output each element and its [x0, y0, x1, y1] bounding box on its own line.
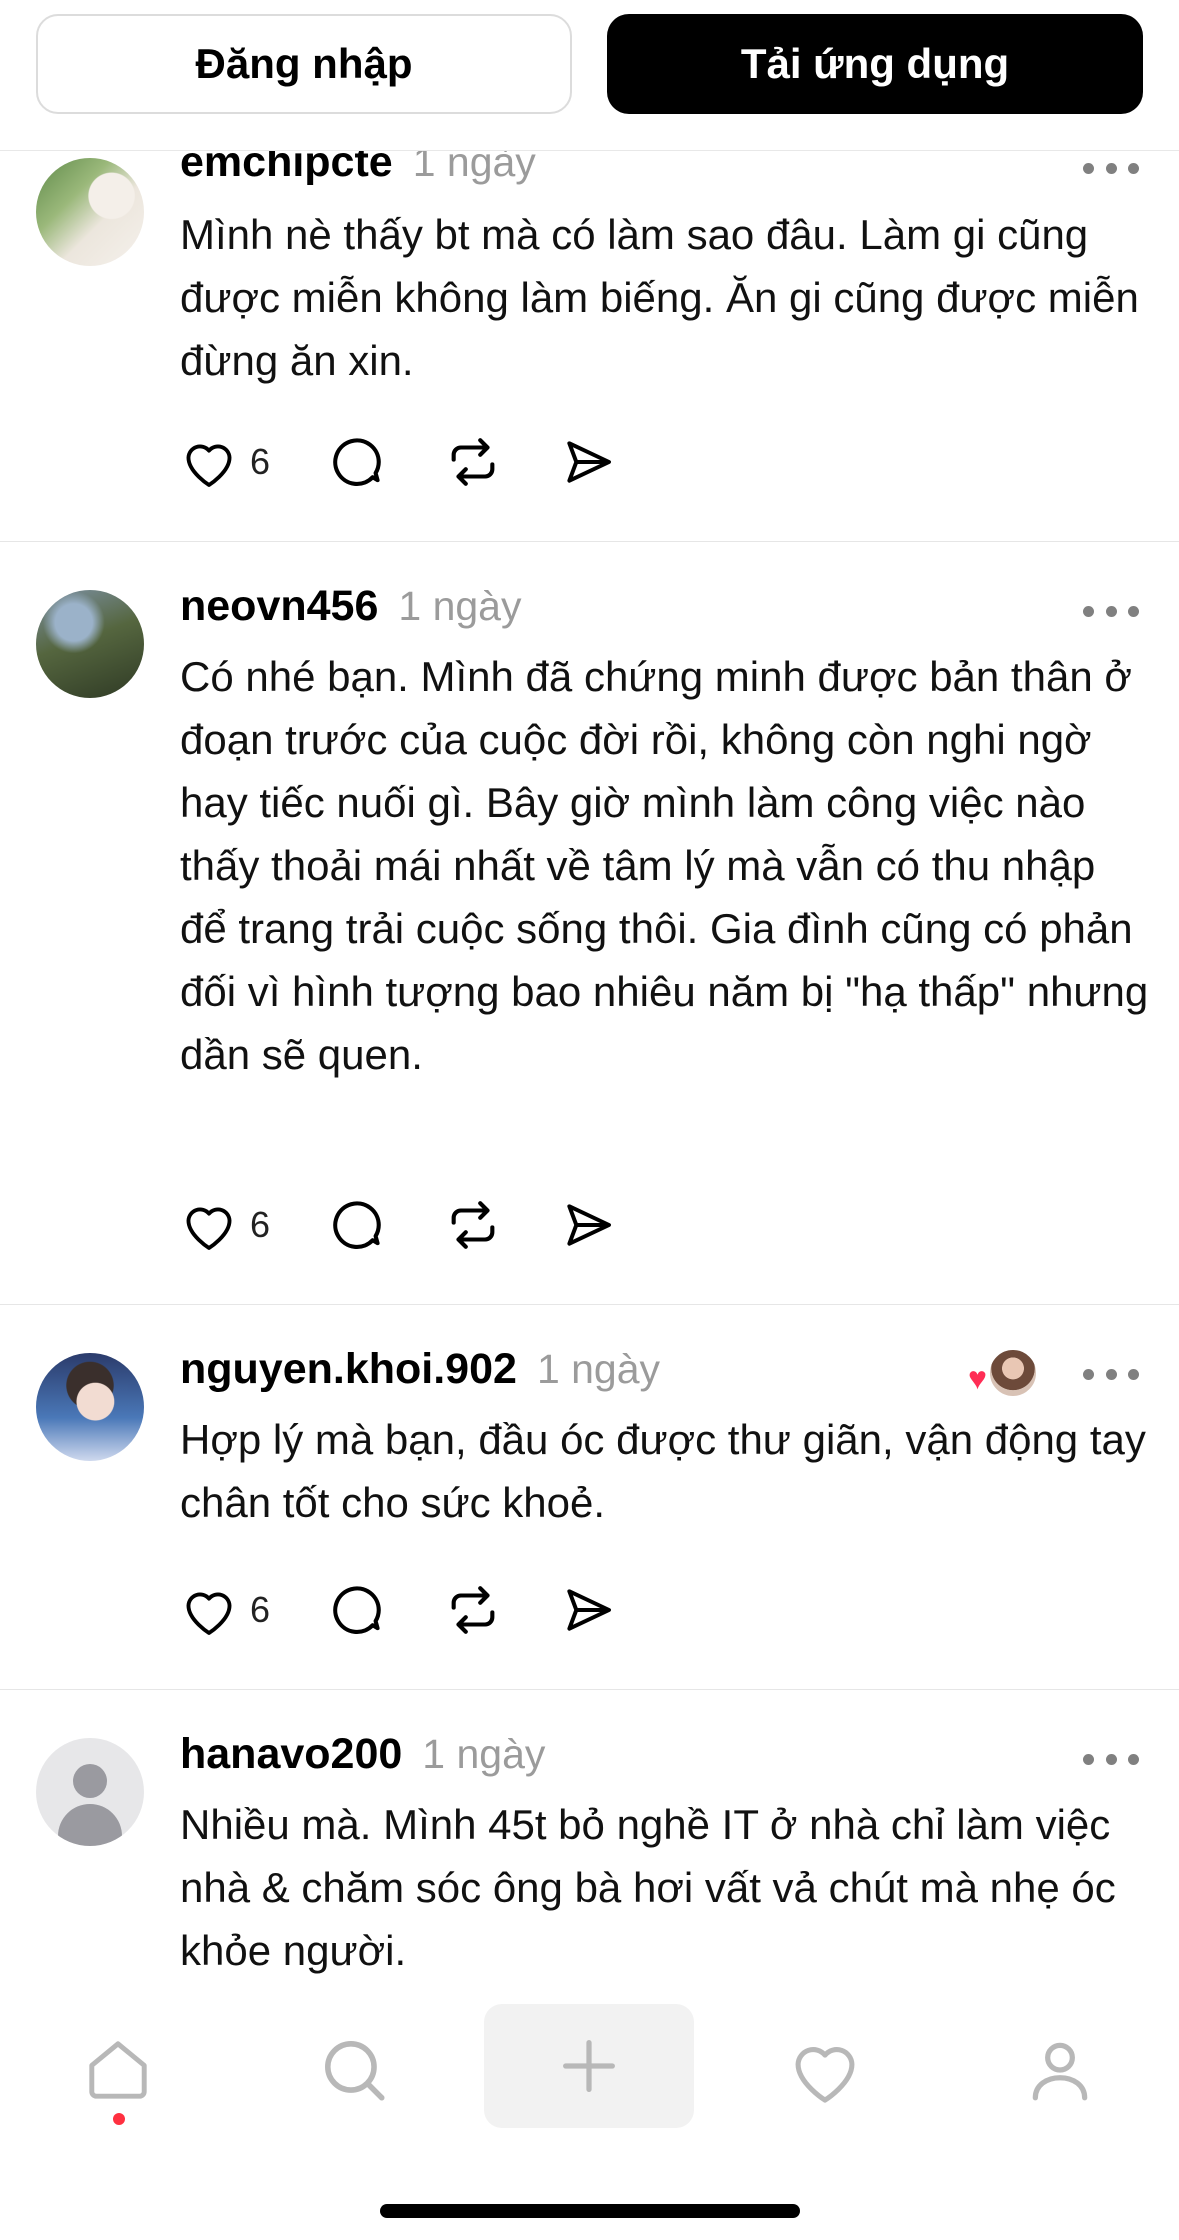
reply-post: neovn456 1 ngày Có nhé bạn. Mình đã chứn…: [0, 542, 1179, 1305]
timestamp: 1 ngày: [398, 583, 522, 629]
share-button[interactable]: [560, 1582, 616, 1638]
heart-icon: [186, 444, 232, 487]
post-meta: hanavo200 1 ngày: [180, 1730, 545, 1779]
search-icon: [325, 2041, 385, 2101]
avatar[interactable]: [36, 1353, 144, 1461]
reply-post: nguyen.khoi.902 1 ngày ♥ Hợp lý mà bạn, …: [0, 1305, 1179, 1690]
like-count: 6: [250, 1589, 271, 1630]
comment-icon: [333, 438, 381, 486]
liker-avatar: [988, 1348, 1038, 1398]
repost-button[interactable]: [444, 433, 502, 491]
like-button[interactable]: 6: [180, 1198, 270, 1252]
bottom-nav: [0, 1986, 1179, 2240]
send-icon: [567, 1204, 612, 1246]
username[interactable]: hanavo200: [180, 1730, 402, 1779]
repost-button[interactable]: [444, 1581, 502, 1639]
reply-post: hanavo200 1 ngày Nhiều mà. Mình 45t bỏ n…: [0, 1690, 1179, 1990]
top-bar: Đăng nhập Tải ứng dụng: [0, 0, 1179, 151]
nav-profile[interactable]: [990, 2010, 1130, 2130]
post-text: Có nhé bạn. Mình đã chứng minh được bản …: [180, 653, 1149, 1078]
default-avatar-icon[interactable]: [36, 1738, 144, 1846]
post-actions: 6: [180, 1581, 674, 1639]
heart-icon: [186, 1207, 232, 1250]
repost-icon: [451, 1586, 495, 1634]
repost-icon: [451, 1201, 495, 1249]
home-icon: [89, 2041, 147, 2099]
reply-post: emchipcte 1 ngày Mình nè thấy bt mà có l…: [0, 138, 1179, 542]
more-options-icon[interactable]: [1083, 604, 1139, 618]
share-button[interactable]: [560, 1197, 616, 1253]
more-options-icon[interactable]: [1083, 1752, 1139, 1766]
reply-button[interactable]: [328, 1196, 386, 1254]
comment-icon: [333, 1586, 381, 1634]
avatar[interactable]: [36, 590, 144, 698]
post-actions: 6: [180, 433, 674, 491]
post-text: Nhiều mà. Mình 45t bỏ nghề IT ở nhà chỉ …: [180, 1801, 1116, 1974]
share-button[interactable]: [560, 434, 616, 490]
repost-button[interactable]: [444, 1196, 502, 1254]
post-actions: 6: [180, 1196, 674, 1254]
nav-search[interactable]: [284, 2010, 424, 2130]
reply-button[interactable]: [328, 433, 386, 491]
send-icon: [567, 441, 612, 483]
nav-activity[interactable]: [755, 2010, 895, 2130]
liked-by-indicator[interactable]: ♥: [968, 1348, 1038, 1398]
username[interactable]: neovn456: [180, 582, 378, 631]
post-meta: neovn456 1 ngày: [180, 582, 521, 631]
post-text: Hợp lý mà bạn, đầu óc được thư giãn, vận…: [180, 1416, 1146, 1526]
reply-button[interactable]: [328, 1581, 386, 1639]
post-meta: nguyen.khoi.902 1 ngày: [180, 1345, 660, 1394]
home-indicator: [380, 2204, 800, 2218]
like-button[interactable]: 6: [180, 435, 270, 489]
nav-create[interactable]: [484, 2004, 694, 2128]
notification-dot: [113, 2113, 125, 2125]
comment-icon: [333, 1201, 381, 1249]
heart-filled-icon: ♥: [968, 1360, 987, 1396]
get-app-button[interactable]: Tải ứng dụng: [607, 14, 1143, 114]
timestamp: 1 ngày: [422, 1731, 546, 1777]
send-icon: [567, 1589, 612, 1631]
nav-home[interactable]: [48, 2010, 188, 2130]
post-text: Mình nè thấy bt mà có làm sao đâu. Làm g…: [180, 211, 1139, 384]
profile-icon: [1032, 2042, 1088, 2101]
plus-icon: [563, 2040, 615, 2092]
username[interactable]: nguyen.khoi.902: [180, 1345, 517, 1394]
like-count: 6: [250, 1204, 271, 1245]
more-options-icon[interactable]: [1083, 161, 1139, 175]
like-button[interactable]: 6: [180, 1583, 270, 1637]
avatar[interactable]: [36, 158, 144, 266]
heart-icon: [186, 1592, 232, 1635]
heart-icon: [795, 2047, 855, 2103]
more-options-icon[interactable]: [1083, 1367, 1139, 1381]
like-count: 6: [250, 441, 271, 482]
login-button[interactable]: Đăng nhập: [36, 14, 572, 114]
timestamp: 1 ngày: [536, 1346, 661, 1392]
repost-icon: [451, 438, 495, 486]
